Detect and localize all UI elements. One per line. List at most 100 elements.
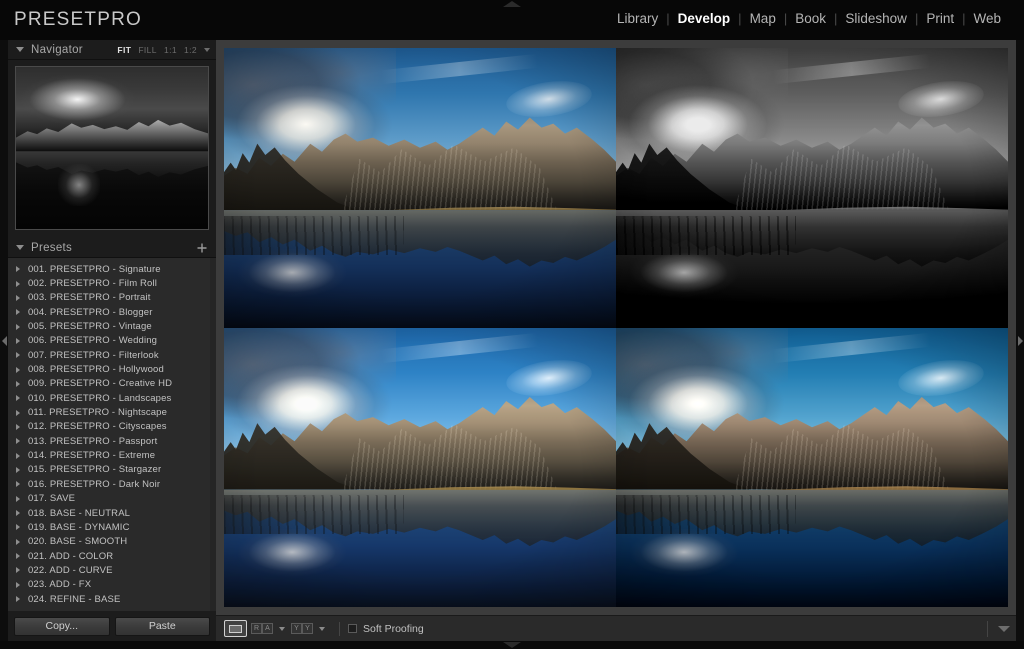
preset-disclosure-triangle-icon[interactable] [16,438,20,445]
soft-proofing-checkbox[interactable] [348,624,357,633]
preview-cell-warm-bright[interactable] [224,327,616,607]
preset-disclosure-triangle-icon[interactable] [16,524,20,531]
navigator-sun-reflection [58,164,101,207]
preset-disclosure-triangle-icon[interactable] [16,294,20,301]
left-panel-collapse-handle[interactable] [0,40,8,641]
module-book[interactable]: Book [788,11,833,26]
zoom-chevron-down-icon[interactable] [204,48,210,52]
plus-icon[interactable] [196,241,208,253]
preset-disclosure-triangle-icon[interactable] [16,538,20,545]
preset-item[interactable]: 003. PRESETPRO - Portrait [8,291,216,305]
preset-disclosure-triangle-icon[interactable] [16,596,20,603]
water-reflection-cloud [231,528,358,591]
preset-disclosure-triangle-icon[interactable] [16,380,20,387]
preset-disclosure-triangle-icon[interactable] [16,495,20,502]
preview-cell-original-color[interactable] [224,48,616,328]
preset-item[interactable]: 024. REFINE - BASE [8,592,216,606]
paste-button[interactable]: Paste [114,616,210,636]
preset-item-label: 003. PRESETPRO - Portrait [28,292,151,304]
preview-cell-cool-teal[interactable] [616,327,1008,607]
preset-item[interactable]: 005. PRESETPRO - Vintage [8,319,216,333]
preset-item[interactable]: 006. PRESETPRO - Wedding [8,334,216,348]
disclosure-triangle-icon[interactable] [16,245,24,250]
zoom-fill[interactable]: FILL [138,45,157,55]
before-after-chevron-down-icon[interactable] [279,626,285,631]
preset-disclosure-triangle-icon[interactable] [16,452,20,459]
compare-view-icon[interactable]: Y Y [291,623,313,634]
preset-disclosure-triangle-icon[interactable] [16,323,20,330]
preset-item[interactable]: 004. PRESETPRO - Blogger [8,305,216,319]
preview-cell-black-and-white[interactable] [616,48,1008,328]
preset-disclosure-triangle-icon[interactable] [16,309,20,316]
preset-disclosure-triangle-icon[interactable] [16,567,20,574]
photo-vestrahorn-cool [616,327,1008,607]
preset-disclosure-triangle-icon[interactable] [16,423,20,430]
module-map[interactable]: Map [743,11,783,26]
preset-item[interactable]: 017. SAVE [8,492,216,506]
preset-disclosure-triangle-icon[interactable] [16,481,20,488]
compare-right-label: Y [302,623,313,634]
preset-item[interactable]: 018. BASE - NEUTRAL [8,506,216,520]
preset-disclosure-triangle-icon[interactable] [16,466,20,473]
zoom-1-2[interactable]: 1:2 [184,45,197,55]
preset-disclosure-triangle-icon[interactable] [16,553,20,560]
preset-item[interactable]: 002. PRESETPRO - Film Roll [8,276,216,290]
preset-disclosure-triangle-icon[interactable] [16,266,20,273]
preset-item-label: 020. BASE - SMOOTH [28,536,128,548]
navigator-reflection-shape [16,151,208,177]
navigator-thumbnail[interactable] [15,66,209,230]
preset-disclosure-triangle-icon[interactable] [16,337,20,344]
preset-item[interactable]: 001. PRESETPRO - Signature [8,262,216,276]
presets-header[interactable]: Presets [8,238,216,258]
navigator-zoom-levels: FIT FILL 1:1 1:2 [117,40,210,60]
top-panel-collapse-arrow-icon[interactable] [503,1,521,7]
preset-item[interactable]: 009. PRESETPRO - Creative HD [8,377,216,391]
module-develop[interactable]: Develop [671,11,738,26]
disclosure-triangle-icon[interactable] [16,47,24,52]
preset-item-label: 008. PRESETPRO - Hollywood [28,364,164,376]
preset-item[interactable]: 013. PRESETPRO - Passport [8,434,216,448]
preset-item[interactable]: 022. ADD - CURVE [8,563,216,577]
presets-list: 001. PRESETPRO - Signature 002. PRESETPRO… [8,258,216,606]
module-print[interactable]: Print [919,11,961,26]
zoom-1-1[interactable]: 1:1 [164,45,177,55]
loupe-view-icon[interactable] [224,620,247,637]
preset-item[interactable]: 012. PRESETPRO - Cityscapes [8,420,216,434]
before-after-view-icon[interactable]: R A [251,623,273,634]
preset-item[interactable]: 011. PRESETPRO - Nightscape [8,405,216,419]
filmstrip-collapse-arrow-icon[interactable] [503,642,521,648]
preset-item[interactable]: 008. PRESETPRO - Hollywood [8,362,216,376]
module-library[interactable]: Library [610,11,665,26]
chevron-down-icon[interactable] [998,626,1010,632]
preset-item[interactable]: 019. BASE - DYNAMIC [8,520,216,534]
presets-panel: 001. PRESETPRO - Signature 002. PRESETPRO… [8,258,216,611]
preset-item[interactable]: 010. PRESETPRO - Landscapes [8,391,216,405]
compare-chevron-down-icon[interactable] [319,626,325,631]
right-panel-collapse-handle[interactable] [1016,40,1024,641]
preset-disclosure-triangle-icon[interactable] [16,352,20,359]
preset-item[interactable]: 021. ADD - COLOR [8,549,216,563]
preset-item[interactable]: 020. BASE - SMOOTH [8,535,216,549]
soft-proofing-label[interactable]: Soft Proofing [363,623,424,635]
copy-button[interactable]: Copy... [14,616,110,636]
preset-disclosure-triangle-icon[interactable] [16,581,20,588]
image-preview-area [216,40,1016,615]
preset-item[interactable]: 014. PRESETPRO - Extreme [8,448,216,462]
water-reflection-cloud [623,528,750,591]
module-slideshow[interactable]: Slideshow [838,11,914,26]
preset-disclosure-triangle-icon[interactable] [16,280,20,287]
preset-item[interactable]: 007. PRESETPRO - Filterlook [8,348,216,362]
module-web[interactable]: Web [966,11,1008,26]
zoom-fit[interactable]: FIT [117,45,131,55]
preset-item-label: 007. PRESETPRO - Filterlook [28,349,159,361]
preset-item-label: 017. SAVE [28,493,76,505]
preset-item[interactable]: 023. ADD - FX [8,578,216,592]
preset-disclosure-triangle-icon[interactable] [16,395,20,402]
lightroom-develop-window: PRESETPRO Library | Develop | Map | Book… [0,0,1024,649]
preset-disclosure-triangle-icon[interactable] [16,510,20,517]
preset-item[interactable]: 016. PRESETPRO - Dark Noir [8,477,216,491]
preset-item[interactable]: 015. PRESETPRO - Stargazer [8,463,216,477]
preset-disclosure-triangle-icon[interactable] [16,409,20,416]
preset-disclosure-triangle-icon[interactable] [16,366,20,373]
navigator-header[interactable]: Navigator FIT FILL 1:1 1:2 [8,40,216,60]
